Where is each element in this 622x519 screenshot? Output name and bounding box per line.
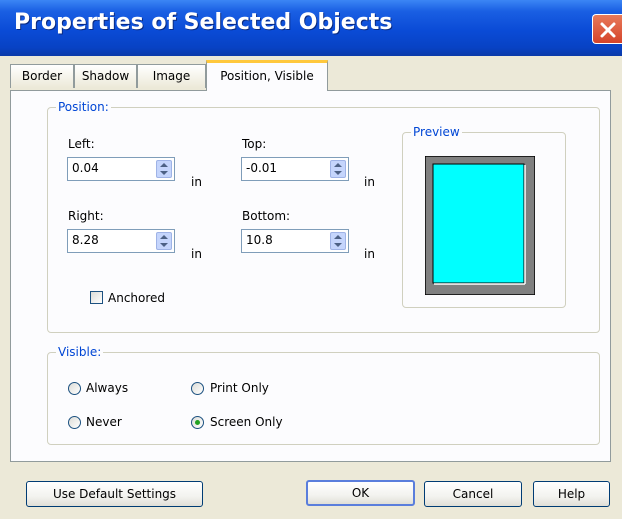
anchored-checkbox[interactable] — [90, 291, 103, 304]
print-only-label: Print Only — [210, 381, 269, 395]
never-label: Never — [86, 415, 122, 429]
bottom-value: 10.8 — [246, 233, 273, 247]
preview-group: Preview — [402, 124, 566, 308]
top-value: -0.01 — [246, 161, 278, 175]
ok-button[interactable]: OK — [306, 480, 415, 506]
tab-image[interactable]: Image — [137, 64, 206, 88]
tab-panel: Position: Left: 0.04 in Top: -0.01 in Ri… — [10, 90, 611, 462]
right-spinner[interactable]: 8.28 — [67, 229, 175, 253]
close-icon — [600, 22, 616, 38]
page-preview — [425, 156, 535, 295]
left-unit: in — [191, 175, 202, 189]
left-label: Left: — [68, 137, 95, 151]
screen-only-radio[interactable] — [191, 416, 204, 429]
visible-group: Visible: — [47, 344, 600, 445]
window-title: Properties of Selected Objects — [14, 10, 393, 35]
right-value: 8.28 — [72, 233, 99, 247]
visible-group-label: Visible: — [56, 344, 104, 360]
tab-border[interactable]: Border — [10, 64, 74, 88]
preview-label: Preview — [411, 124, 462, 140]
left-spinner[interactable]: 0.04 — [67, 157, 175, 181]
title-bar[interactable]: Properties of Selected Objects — [0, 0, 622, 56]
spin-arrows-icon[interactable] — [156, 160, 172, 178]
tab-shadow[interactable]: Shadow — [74, 64, 137, 88]
use-default-settings-button[interactable]: Use Default Settings — [26, 481, 203, 507]
radio-selected-dot — [195, 420, 200, 425]
close-button[interactable] — [592, 14, 622, 44]
tab-position-visible[interactable]: Position, Visible — [206, 60, 328, 91]
print-only-radio[interactable] — [191, 382, 204, 395]
spin-arrows-icon[interactable] — [330, 232, 346, 250]
spin-arrows-icon[interactable] — [156, 232, 172, 250]
top-label: Top: — [242, 137, 267, 151]
top-spinner[interactable]: -0.01 — [241, 157, 349, 181]
left-value: 0.04 — [72, 161, 99, 175]
bottom-unit: in — [364, 247, 375, 261]
top-unit: in — [364, 175, 375, 189]
screen-only-label: Screen Only — [210, 415, 283, 429]
bottom-spinner[interactable]: 10.8 — [241, 229, 349, 253]
bottom-label: Bottom: — [242, 209, 291, 223]
anchored-label: Anchored — [108, 291, 166, 305]
spin-arrows-icon[interactable] — [330, 160, 346, 178]
help-button[interactable]: Help — [533, 481, 610, 507]
cancel-button[interactable]: Cancel — [424, 481, 522, 507]
never-radio[interactable] — [68, 416, 81, 429]
right-label: Right: — [68, 209, 104, 223]
position-group-label: Position: — [56, 99, 111, 115]
right-unit: in — [191, 247, 202, 261]
always-radio[interactable] — [68, 382, 81, 395]
always-label: Always — [86, 381, 129, 395]
